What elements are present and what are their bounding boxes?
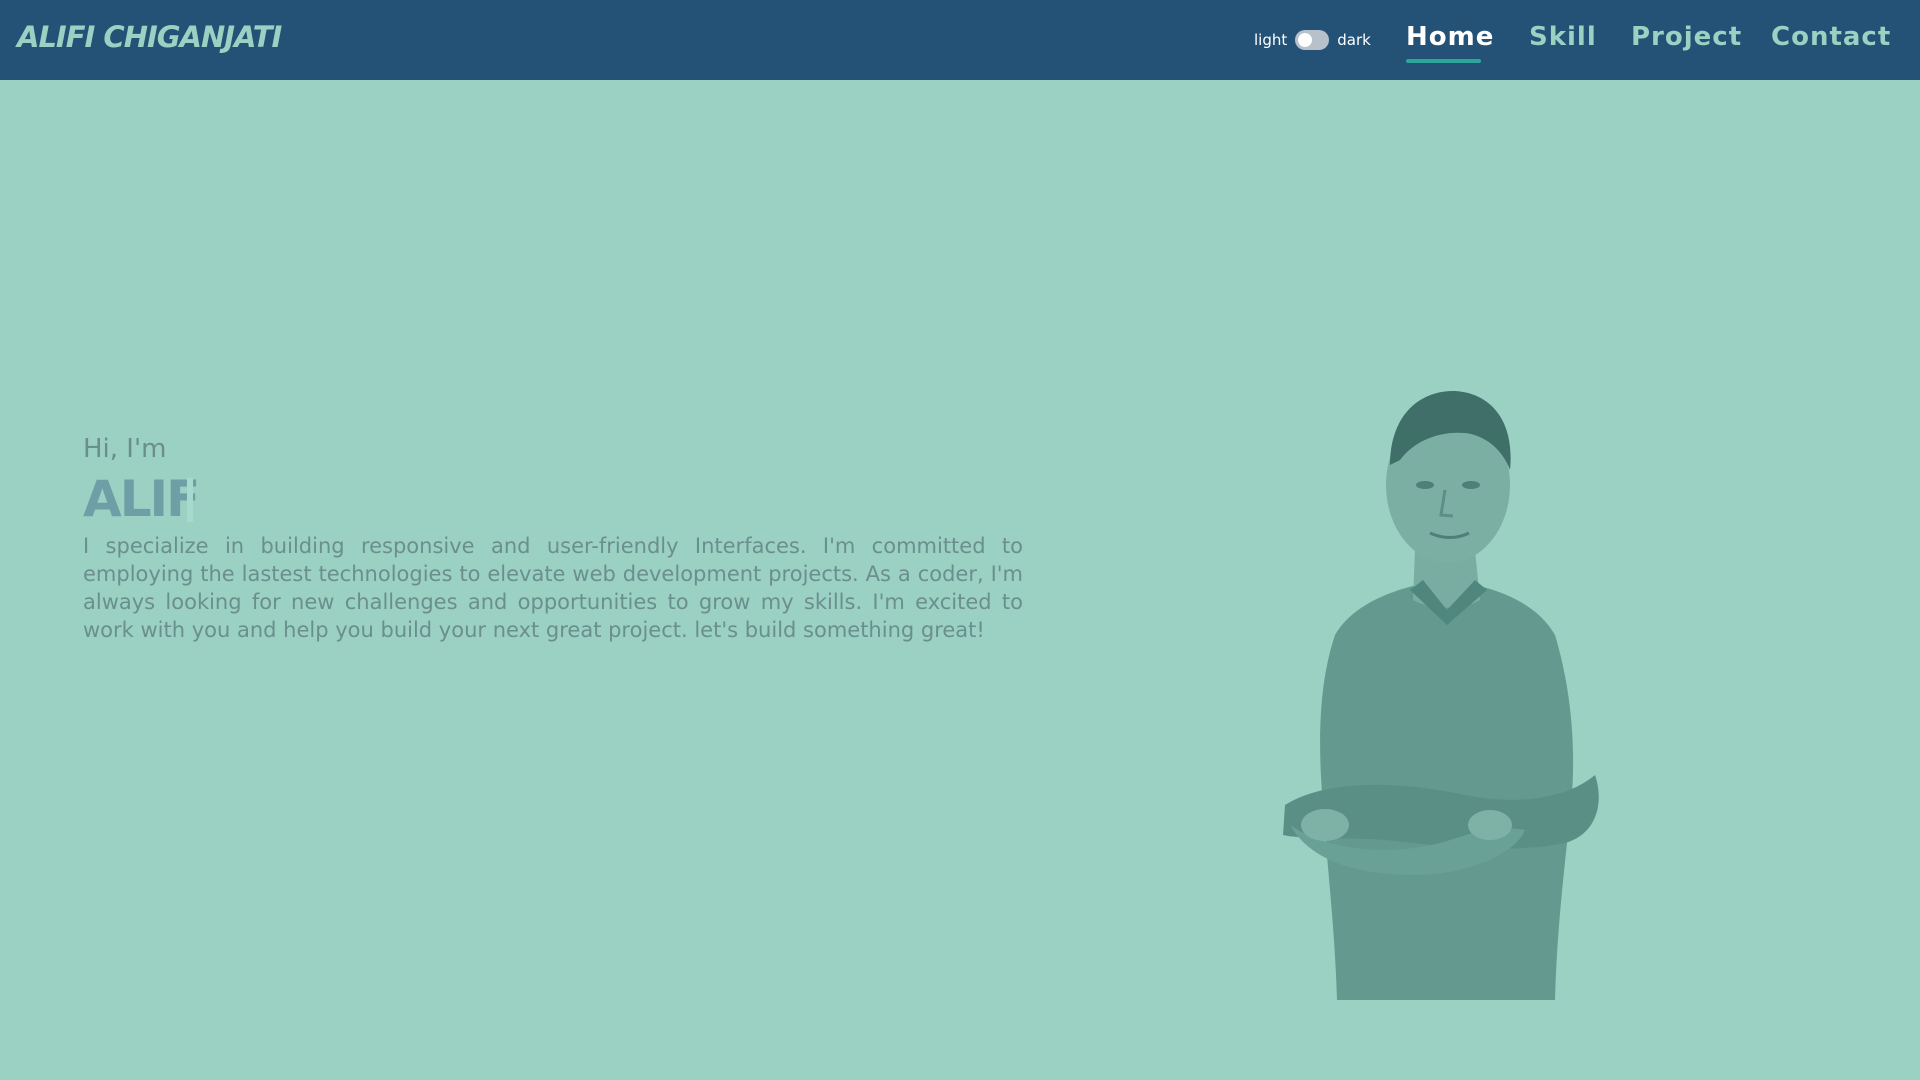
nav-contact[interactable]: Contact xyxy=(1771,22,1891,52)
nav-project[interactable]: Project xyxy=(1631,22,1742,52)
theme-dark-label: dark xyxy=(1337,31,1371,49)
brand-logo[interactable]: ALIFI CHIGANJATI xyxy=(17,20,282,54)
portrait-photo xyxy=(1283,390,1599,1000)
navbar: ALIFI CHIGANJATI light dark Home Skill P… xyxy=(0,0,1920,80)
nav-active-underline xyxy=(1406,59,1481,63)
hero-bio: I specialize in building responsive and … xyxy=(83,534,1023,642)
hero-name: ALIF xyxy=(83,470,200,528)
theme-light-label: light xyxy=(1254,31,1288,49)
nav-skill[interactable]: Skill xyxy=(1529,22,1597,52)
typing-cursor xyxy=(187,478,193,522)
theme-switch[interactable] xyxy=(1295,30,1330,50)
hero-greeting: Hi, I'm xyxy=(83,434,167,464)
nav-home[interactable]: Home xyxy=(1406,22,1494,52)
theme-switch-knob xyxy=(1298,33,1313,47)
theme-toggle: light dark xyxy=(1254,28,1371,52)
